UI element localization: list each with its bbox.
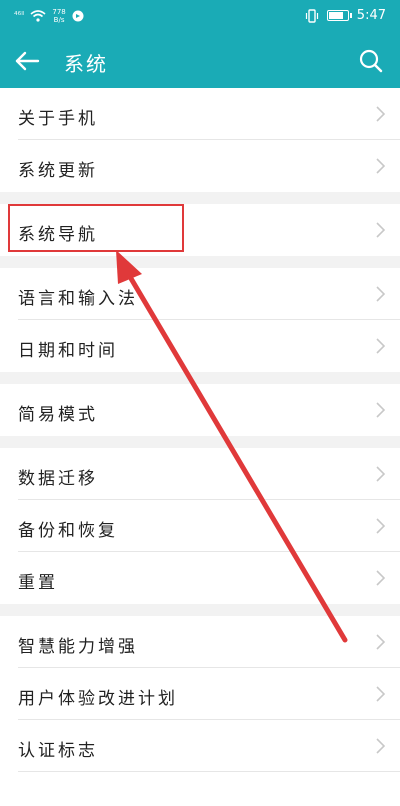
settings-item-user-experience[interactable]: 用户体验改进计划 [0, 668, 400, 720]
group-separator [0, 192, 400, 204]
signal-icon: ⁴⁶ᴵˡ [14, 11, 25, 21]
chevron-right-icon [376, 286, 386, 302]
chevron-right-icon [376, 158, 386, 174]
settings-list: 关于手机 系统更新 系统导航 语言和输入法 日期和时间 简易模式 数据迁移 备份… [0, 88, 400, 772]
settings-item-data-migration[interactable]: 数据迁移 [0, 448, 400, 500]
chevron-right-icon [376, 686, 386, 702]
settings-item-about-phone[interactable]: 关于手机 [0, 88, 400, 140]
chevron-right-icon [376, 634, 386, 650]
settings-item-label: 备份和恢复 [18, 521, 118, 541]
settings-item-label: 关于手机 [18, 109, 98, 129]
group-separator [0, 436, 400, 448]
settings-item-label: 智慧能力增强 [18, 637, 138, 657]
settings-item-label: 重置 [18, 573, 58, 593]
group-separator [0, 256, 400, 268]
settings-item-language-input[interactable]: 语言和输入法 [0, 268, 400, 320]
divider [18, 771, 400, 772]
settings-item-label: 数据迁移 [18, 469, 98, 489]
app-bar: 系统 [0, 34, 400, 88]
page-title: 系统 [64, 52, 108, 76]
settings-item-date-time[interactable]: 日期和时间 [0, 320, 400, 372]
network-speed: 778 B/s [52, 8, 66, 24]
group-separator [0, 372, 400, 384]
status-bar: ⁴⁶ᴵˡ 778 B/s 5:47 [0, 0, 400, 34]
search-icon[interactable] [354, 44, 388, 78]
annotation-highlight-box [8, 204, 184, 252]
settings-item-system-update[interactable]: 系统更新 [0, 140, 400, 192]
chevron-right-icon [376, 402, 386, 418]
battery-level [328, 12, 344, 19]
vibrate-icon [305, 8, 318, 23]
chevron-right-icon [376, 466, 386, 482]
settings-item-label: 简易模式 [18, 405, 98, 425]
settings-item-label: 日期和时间 [18, 341, 118, 361]
settings-item-reset[interactable]: 重置 [0, 552, 400, 604]
chevron-right-icon [376, 518, 386, 534]
settings-item-label: 语言和输入法 [18, 289, 138, 309]
battery-icon [326, 10, 352, 21]
settings-item-label: 系统更新 [18, 161, 98, 181]
chevron-right-icon [376, 738, 386, 754]
settings-item-smart-enhancement[interactable]: 智慧能力增强 [0, 616, 400, 668]
wifi-icon [30, 10, 46, 22]
clock: 5:47 [356, 8, 386, 23]
settings-item-backup-restore[interactable]: 备份和恢复 [0, 500, 400, 552]
settings-item-label: 认证标志 [18, 741, 98, 761]
chevron-right-icon [376, 106, 386, 122]
settings-item-label: 用户体验改进计划 [18, 689, 178, 709]
notification-icon [72, 10, 84, 22]
group-separator [0, 604, 400, 616]
chevron-right-icon [376, 222, 386, 238]
chevron-right-icon [376, 570, 386, 586]
chevron-right-icon [376, 338, 386, 354]
back-arrow-icon[interactable] [10, 44, 44, 78]
settings-item-simple-mode[interactable]: 简易模式 [0, 384, 400, 436]
settings-item-certification[interactable]: 认证标志 [0, 720, 400, 772]
